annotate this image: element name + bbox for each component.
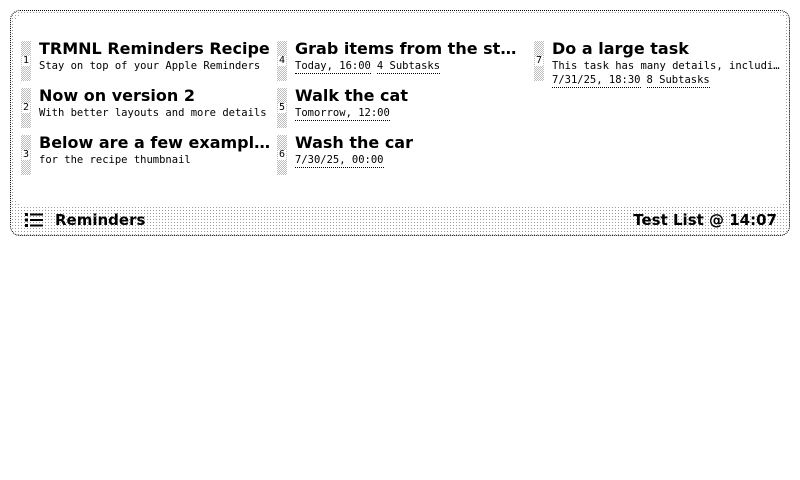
reminders-view: 1 TRMNL Reminders Recipe Stay on top of … — [10, 10, 790, 236]
reminder-item[interactable]: 5 Walk the cat Tomorrow, 12:00 — [277, 86, 527, 133]
item-number: 2 — [21, 88, 31, 128]
reminders-content: 1 TRMNL Reminders Recipe Stay on top of … — [15, 15, 785, 205]
reminder-meta: 7/31/25, 18:30 8 Subtasks — [552, 73, 784, 88]
reminder-meta: Today, 16:00 4 Subtasks — [295, 59, 527, 74]
due-date-tag: 7/30/25, 00:00 — [295, 154, 384, 168]
item-number: 3 — [21, 135, 31, 175]
instance-label: Test List @ 14:07 — [633, 211, 777, 229]
reminder-title: Grab items from the store — [295, 39, 527, 58]
reminder-title: Walk the cat — [295, 86, 408, 105]
reminder-notes: With better layouts and more details — [39, 107, 267, 119]
reminder-item[interactable]: 2 Now on version 2 With better layouts a… — [21, 86, 271, 133]
reminder-item[interactable]: 7 Do a large task This task has many det… — [534, 39, 784, 88]
reminder-meta: 7/30/25, 00:00 — [295, 153, 527, 168]
reminder-notes: for the recipe thumbnail — [39, 154, 191, 166]
reminder-title: Wash the car — [295, 133, 413, 152]
due-date-tag: 7/31/25, 18:30 — [552, 74, 641, 88]
title-bar: Reminders Test List @ 14:07 — [11, 205, 789, 235]
item-number: 7 — [534, 41, 544, 81]
item-number: 1 — [21, 41, 31, 81]
reminder-notes: Stay on top of your Apple Reminders — [39, 60, 261, 72]
item-number: 4 — [277, 41, 287, 81]
reminder-title: Now on version 2 — [39, 86, 195, 105]
item-number: 5 — [277, 88, 287, 128]
subtasks-tag: 8 Subtasks — [646, 74, 710, 88]
reminder-title: Below are a few example tasks — [39, 133, 271, 152]
list-icon — [25, 213, 43, 227]
reminder-item[interactable]: 4 Grab items from the store Today, 16:00… — [277, 39, 527, 86]
reminder-notes: This task has many details, including — [552, 60, 784, 72]
subtasks-tag: 4 Subtasks — [376, 60, 441, 74]
due-date-tag: Tomorrow, 12:00 — [295, 107, 390, 121]
reminder-item[interactable]: 6 Wash the car 7/30/25, 00:00 — [277, 133, 527, 180]
screen: 1 TRMNL Reminders Recipe Stay on top of … — [0, 0, 800, 480]
reminder-item[interactable]: 3 Below are a few example tasks for the … — [21, 133, 271, 180]
column-1: 1 TRMNL Reminders Recipe Stay on top of … — [21, 39, 271, 180]
due-date-tag: Today, 16:00 — [295, 60, 371, 74]
title-bar-left: Reminders — [23, 211, 145, 229]
plugin-name: Reminders — [55, 211, 146, 229]
column-3: 7 Do a large task This task has many det… — [534, 39, 784, 88]
reminder-title: TRMNL Reminders Recipe — [39, 39, 270, 58]
reminder-meta: Tomorrow, 12:00 — [295, 106, 527, 121]
item-number: 6 — [277, 135, 287, 175]
column-2: 4 Grab items from the store Today, 16:00… — [277, 39, 527, 180]
reminder-item[interactable]: 1 TRMNL Reminders Recipe Stay on top of … — [21, 39, 271, 86]
reminder-title: Do a large task — [552, 39, 689, 58]
